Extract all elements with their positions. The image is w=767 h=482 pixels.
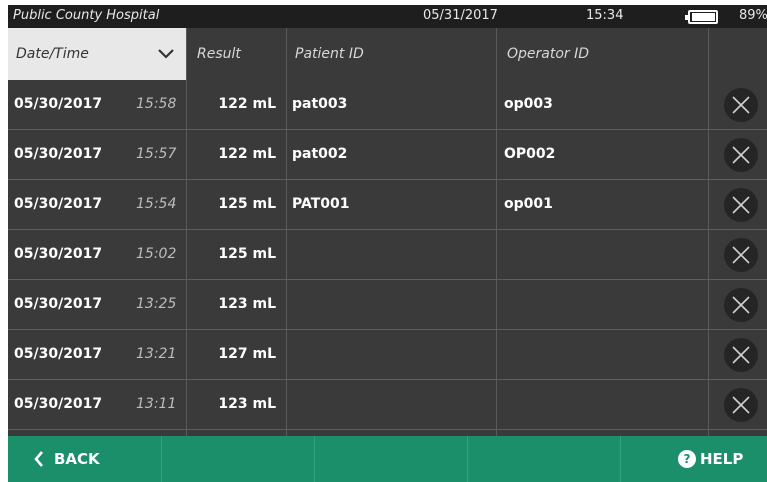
table-row[interactable]: 05/30/2017 15:58 122 mL pat003 op003 <box>8 80 767 130</box>
row-time: 15:02 <box>136 246 177 262</box>
footer-divider <box>161 436 162 482</box>
footer-bar: BACK ? HELP <box>8 436 767 482</box>
row-patient-id <box>286 230 496 279</box>
delete-button[interactable] <box>724 138 758 172</box>
delete-button[interactable] <box>724 338 758 372</box>
row-time: 15:57 <box>136 146 177 162</box>
question-circle-icon: ? <box>678 450 696 468</box>
status-time: 15:34 <box>586 8 624 23</box>
row-operator-id: op001 <box>496 180 708 229</box>
row-action-cell <box>708 280 767 329</box>
close-icon <box>732 396 750 414</box>
back-button[interactable]: BACK <box>8 436 161 482</box>
row-patient-id <box>286 330 496 379</box>
delete-button[interactable] <box>724 238 758 272</box>
row-date: 05/30/2017 <box>14 246 103 262</box>
delete-button[interactable] <box>724 188 758 222</box>
delete-button[interactable] <box>724 88 758 122</box>
chevron-down-icon <box>158 28 174 80</box>
close-icon <box>732 196 750 214</box>
results-table-header: Date/Time Result Patient ID Operator ID <box>8 28 767 80</box>
close-icon <box>732 246 750 264</box>
help-label: HELP <box>700 450 744 468</box>
battery-percent: 89% <box>739 8 767 23</box>
row-patient-id: pat003 <box>286 80 496 129</box>
row-operator-id <box>496 230 708 279</box>
table-row[interactable]: 05/30/2017 13:11 123 mL <box>8 380 767 430</box>
row-operator-id <box>496 330 708 379</box>
delete-button[interactable] <box>724 288 758 322</box>
row-operator-id: op003 <box>496 80 708 129</box>
result-column-header: Result <box>186 28 286 80</box>
row-operator-id <box>496 380 708 429</box>
action-column-header <box>708 28 767 80</box>
footer-divider <box>314 436 315 482</box>
patient-id-column-header: Patient ID <box>286 28 496 80</box>
close-icon <box>732 296 750 314</box>
battery-icon <box>685 10 718 24</box>
row-patient-id: PAT001 <box>286 180 496 229</box>
row-patient-id <box>286 280 496 329</box>
row-action-cell <box>708 380 767 429</box>
results-list[interactable]: 05/30/2017 15:58 122 mL pat003 op003 05/30/20… <box>8 80 767 436</box>
row-action-cell <box>708 230 767 279</box>
row-date: 05/30/2017 <box>14 146 103 162</box>
chevron-left-icon <box>34 436 44 482</box>
close-icon <box>732 346 750 364</box>
table-row[interactable]: 05/30/2017 15:57 122 mL pat002 OP002 <box>8 130 767 180</box>
table-row[interactable]: 05/30/2017 13:21 127 mL <box>8 330 767 380</box>
battery-level <box>692 13 715 21</box>
help-button[interactable]: ? HELP <box>620 436 767 482</box>
row-date: 05/30/2017 <box>14 196 103 212</box>
row-patient-id: pat002 <box>286 130 496 179</box>
sort-dropdown[interactable]: Date/Time <box>8 28 186 80</box>
footer-divider <box>467 436 468 482</box>
row-action-cell <box>708 180 767 229</box>
row-operator-id <box>496 280 708 329</box>
delete-button[interactable] <box>724 388 758 422</box>
table-row[interactable]: 05/30/2017 13:25 123 mL <box>8 280 767 330</box>
row-time: 15:58 <box>136 96 177 112</box>
status-date: 05/31/2017 <box>423 8 498 23</box>
row-action-cell <box>708 130 767 179</box>
row-result: 127 mL <box>186 330 286 379</box>
hospital-name: Public County Hospital <box>13 8 160 23</box>
status-bar: Public County Hospital 05/31/2017 15:34 … <box>8 5 767 28</box>
table-row[interactable]: 05/30/2017 15:02 125 mL <box>8 230 767 280</box>
back-label: BACK <box>54 450 100 468</box>
row-result: 123 mL <box>186 280 286 329</box>
row-result: 125 mL <box>186 180 286 229</box>
row-time: 13:11 <box>136 396 177 412</box>
row-date: 05/30/2017 <box>14 346 103 362</box>
row-time: 15:54 <box>136 196 177 212</box>
row-date: 05/30/2017 <box>14 296 103 312</box>
row-date: 05/30/2017 <box>14 396 103 412</box>
row-result: 122 mL <box>186 130 286 179</box>
row-action-cell <box>708 80 767 129</box>
row-result: 122 mL <box>186 80 286 129</box>
close-icon <box>732 96 750 114</box>
row-result: 125 mL <box>186 230 286 279</box>
row-result: 123 mL <box>186 380 286 429</box>
row-time: 13:25 <box>136 296 177 312</box>
row-patient-id <box>286 380 496 429</box>
table-row[interactable]: 05/30/2017 15:54 125 mL PAT001 op001 <box>8 180 767 230</box>
row-operator-id: OP002 <box>496 130 708 179</box>
row-time: 13:21 <box>136 346 177 362</box>
row-date: 05/30/2017 <box>14 96 103 112</box>
sort-column-label: Date/Time <box>16 46 89 62</box>
operator-id-column-header: Operator ID <box>496 28 708 80</box>
close-icon <box>732 146 750 164</box>
row-action-cell <box>708 330 767 379</box>
